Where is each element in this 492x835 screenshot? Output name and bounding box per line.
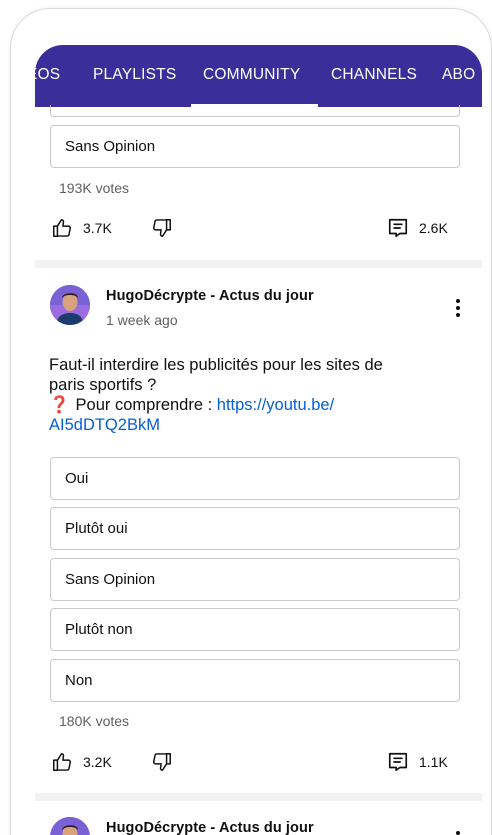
channel-name[interactable]: HugoDécrypte - Actus du jour: [106, 820, 314, 835]
question-mark-icon: ❓: [49, 396, 70, 414]
post-link[interactable]: https://youtu.be/: [217, 396, 334, 414]
channel-tab-bar: EOS PLAYLISTS COMMUNITY CHANNELS ABO: [35, 45, 482, 107]
channel-name[interactable]: HugoDécrypte - Actus du jour: [106, 288, 314, 304]
like-count: 3.7K: [83, 220, 112, 236]
post-text-line: Faut-il interdire les publicités pour le…: [49, 356, 383, 374]
poll-option-partial[interactable]: [50, 105, 460, 117]
poll-option[interactable]: Sans Opinion: [50, 125, 460, 168]
poll-option-plutot-oui[interactable]: Plutôt oui: [50, 507, 460, 550]
thumbs-up-icon: [51, 751, 73, 773]
post-text-line: paris sportifs ?: [49, 376, 157, 394]
poll-option-plutot-non[interactable]: Plutôt non: [50, 608, 460, 651]
tab-playlists[interactable]: PLAYLISTS: [93, 66, 176, 84]
thumbs-up-icon: [51, 217, 73, 239]
like-count: 3.2K: [83, 754, 112, 770]
vote-count: 193K votes: [59, 180, 130, 196]
poll-option-oui[interactable]: Oui: [50, 457, 460, 500]
post-text: Faut-il interdire les publicités pour le…: [49, 355, 469, 435]
screen: EOS PLAYLISTS COMMUNITY CHANNELS ABO San…: [35, 45, 482, 835]
thumbs-down-icon: [151, 751, 173, 773]
like-button[interactable]: 3.2K: [51, 751, 112, 773]
comment-count: 2.6K: [419, 220, 448, 236]
post-separator: [35, 260, 482, 268]
dislike-button[interactable]: [151, 217, 173, 239]
tab-videos[interactable]: EOS: [35, 66, 60, 84]
phone-frame: EOS PLAYLISTS COMMUNITY CHANNELS ABO San…: [10, 8, 492, 835]
post-text-line: ❓ Pour comprendre : https://youtu.be/: [49, 395, 469, 415]
post-link-continued[interactable]: AI5dDTQ2BkM: [49, 415, 469, 435]
comments-button[interactable]: 2.6K: [387, 217, 448, 239]
tab-channels[interactable]: CHANNELS: [331, 66, 417, 84]
tab-about[interactable]: ABO: [442, 66, 475, 84]
avatar[interactable]: [50, 817, 90, 835]
tab-community[interactable]: COMMUNITY: [203, 66, 300, 84]
post-text-prefix: Pour comprendre :: [75, 396, 217, 414]
comments-button[interactable]: 1.1K: [387, 751, 448, 773]
dislike-button[interactable]: [151, 751, 173, 773]
post-separator: [35, 793, 482, 801]
thumbs-down-icon: [151, 217, 173, 239]
more-vert-icon[interactable]: [455, 298, 461, 323]
avatar[interactable]: [50, 285, 90, 325]
like-button[interactable]: 3.7K: [51, 217, 112, 239]
comment-count: 1.1K: [419, 754, 448, 770]
post-time: 1 week ago: [106, 312, 178, 328]
poll-option-non[interactable]: Non: [50, 659, 460, 702]
comment-icon: [387, 217, 409, 239]
poll-option-sans-opinion[interactable]: Sans Opinion: [50, 558, 460, 601]
more-vert-icon[interactable]: [455, 830, 461, 835]
comment-icon: [387, 751, 409, 773]
vote-count: 180K votes: [59, 713, 130, 729]
